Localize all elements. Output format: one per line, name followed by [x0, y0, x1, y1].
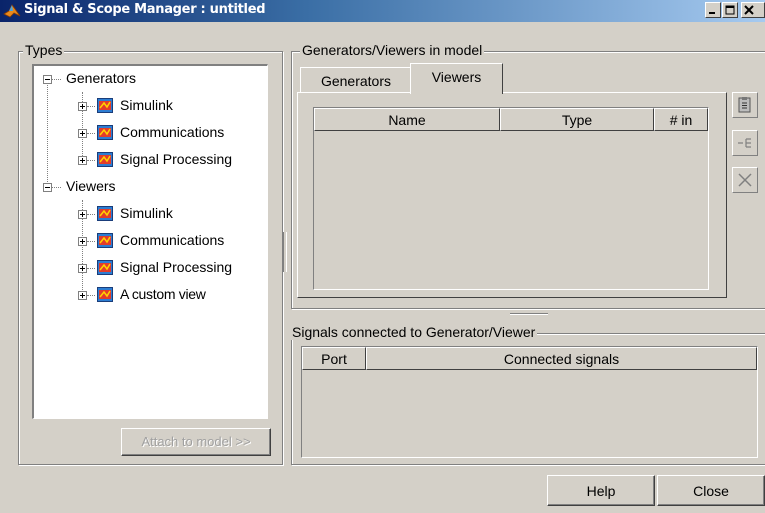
viewers-custom-view-expand-icon[interactable]	[78, 291, 87, 300]
connect-button[interactable]	[732, 130, 758, 156]
title-bar[interactable]: Signal & Scope Manager : untitled	[0, 0, 765, 22]
column-header-connected-signals[interactable]: Connected signals	[366, 347, 757, 370]
generators-signal-processing-expand-icon[interactable]	[78, 156, 87, 165]
help-button[interactable]: Help	[547, 475, 655, 506]
column-header-name[interactable]: Name	[314, 108, 500, 131]
close-button[interactable]: Close	[657, 475, 765, 506]
generators-simulink-expand-icon[interactable]	[78, 102, 87, 111]
vertical-splitter[interactable]	[283, 232, 287, 272]
custom-view-library-icon	[97, 287, 113, 302]
simulink-library-icon	[97, 206, 113, 221]
maximize-icon	[725, 5, 735, 15]
horizontal-splitter[interactable]	[510, 313, 548, 315]
matlab-logo-icon	[3, 4, 21, 18]
model-group-label: Generators/Viewers in model	[300, 42, 485, 58]
close-window-button[interactable]	[741, 2, 765, 18]
tree-item-viewers-simulink[interactable]: Simulink	[120, 205, 173, 221]
tab-generators[interactable]: Generators	[300, 67, 412, 92]
minimize-icon	[709, 12, 715, 14]
tree-item-generators-signal-processing[interactable]: Signal Processing	[120, 151, 232, 167]
paste-icon	[738, 97, 751, 113]
attach-to-model-button[interactable]: Attach to model >>	[121, 428, 271, 456]
generators-collapse-icon[interactable]	[43, 75, 52, 84]
tree-item-viewers-custom-view[interactable]: A custom view	[120, 286, 206, 302]
close-icon	[744, 5, 754, 15]
viewers-communications-expand-icon[interactable]	[78, 237, 87, 246]
communications-library-icon	[97, 125, 113, 140]
column-header-port[interactable]: Port	[302, 347, 366, 370]
generators-communications-expand-icon[interactable]	[78, 129, 87, 138]
tree-item-viewers-signal-processing[interactable]: Signal Processing	[120, 259, 232, 275]
viewers-signal-processing-expand-icon[interactable]	[78, 264, 87, 273]
viewers-simulink-expand-icon[interactable]	[78, 210, 87, 219]
simulink-library-icon	[97, 98, 113, 113]
window-title: Signal & Scope Manager : untitled	[24, 2, 266, 17]
signals-group-label: Signals connected to Generator/Viewer	[290, 324, 538, 340]
signal-processing-library-icon	[97, 260, 113, 275]
communications-library-icon	[97, 233, 113, 248]
tree-item-viewers-communications[interactable]: Communications	[120, 232, 224, 248]
paste-button[interactable]	[732, 92, 758, 118]
signal-processing-library-icon	[97, 152, 113, 167]
viewers-collapse-icon[interactable]	[43, 183, 52, 192]
column-header-type[interactable]: Type	[500, 108, 654, 131]
signals-table[interactable]: Port Connected signals	[301, 346, 758, 458]
tree-item-generators[interactable]: Generators	[66, 70, 136, 86]
tree-item-viewers[interactable]: Viewers	[66, 178, 116, 194]
maximize-button[interactable]	[722, 2, 738, 18]
delete-icon	[738, 173, 752, 187]
types-group-label: Types	[23, 42, 65, 58]
tree-item-generators-simulink[interactable]: Simulink	[120, 97, 173, 113]
types-tree[interactable]: Generators Simulink Communications Signa…	[32, 64, 268, 419]
delete-button[interactable]	[732, 167, 758, 193]
column-header-num-inputs[interactable]: # in	[654, 108, 708, 131]
model-blocks-table[interactable]: Name Type # in	[313, 107, 709, 290]
tree-item-generators-communications[interactable]: Communications	[120, 124, 224, 140]
tab-viewers[interactable]: Viewers	[410, 63, 503, 94]
minimize-button[interactable]	[705, 2, 721, 18]
connect-icon	[738, 138, 751, 148]
